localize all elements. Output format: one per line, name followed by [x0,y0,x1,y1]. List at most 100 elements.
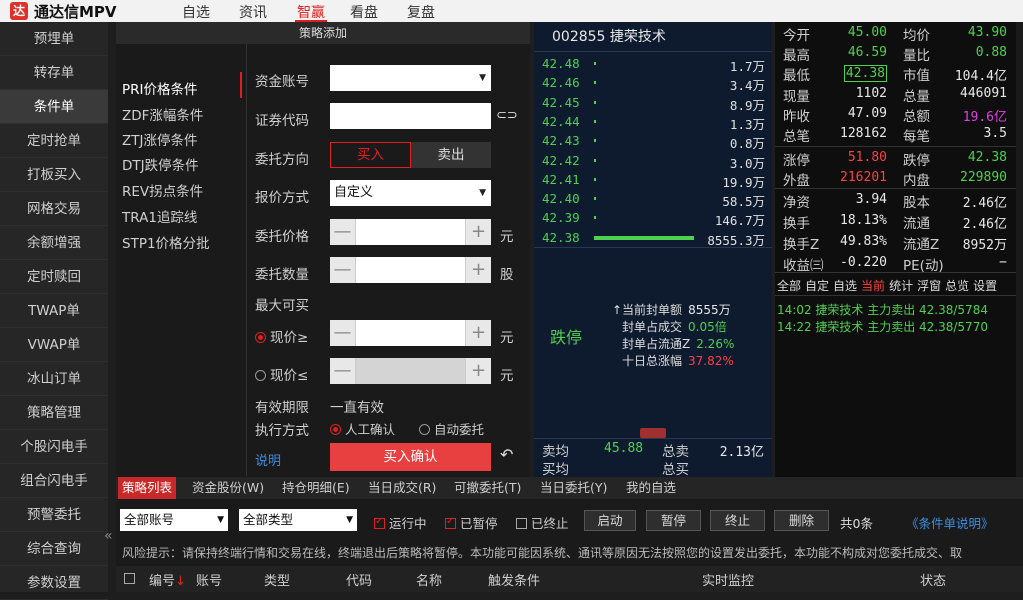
type-filter-select[interactable]: 全部类型 ▼ [239,509,357,531]
exec-auto-radio[interactable]: 自动委托 [419,419,484,438]
col-name[interactable]: 名称 [416,570,442,589]
link-icon[interactable]: ⊂⊃ [496,108,518,123]
undo-icon[interactable]: ↶ [500,445,513,464]
scrollbar[interactable] [1016,22,1023,477]
help-link[interactable]: 《条件单说明》 [906,513,994,532]
condition-stp1[interactable]: STP1价格分批 [122,232,210,252]
sidebar-item-twap[interactable]: TWAP单 [0,294,108,328]
orderbook-row[interactable]: 42.45 8.9万 [534,93,772,113]
nav-zixuan[interactable]: 自选 [182,2,210,22]
col-id[interactable]: 编号↓ [149,570,186,589]
condition-rev[interactable]: REV拐点条件 [122,180,203,200]
col-type[interactable]: 类型 [264,570,290,589]
tab-trades[interactable]: 当日成交(R) [364,477,440,499]
tab-settings[interactable]: 设置 [973,279,997,293]
current-le-stepper[interactable]: — + [330,358,491,384]
tab-strategy-list[interactable]: 策略列表 [118,477,177,499]
col-account[interactable]: 账号 [196,570,222,589]
nav-zhiying[interactable]: 智赢 [297,2,325,22]
tab-cancelable[interactable]: 可撤委托(T) [450,477,525,499]
price-type-select[interactable]: 自定义 ▼ [330,180,491,206]
minus-icon[interactable]: — [330,257,356,283]
condition-zdf[interactable]: ZDF涨幅条件 [122,104,203,124]
sidebar-item-settings[interactable]: 参数设置 [0,566,108,600]
tab-funds[interactable]: 资金股份(W) [188,477,268,499]
sidebar-item-balance[interactable]: 余额增强 [0,226,108,260]
filter-paused-checkbox[interactable]: 已暂停 [445,513,498,532]
sidebar-item-limit-buy[interactable]: 打板买入 [0,158,108,192]
orderbook-row[interactable]: 42.46 3.4万 [534,73,772,93]
select-all-checkbox[interactable] [124,573,135,584]
nav-zixun[interactable]: 资讯 [239,2,267,22]
tick-item[interactable]: 14:02 捷荣技术 主力卖出 42.38/5784 [777,301,988,318]
sell-button[interactable]: 卖出 [411,142,491,168]
plus-icon[interactable]: + [465,320,491,346]
filter-running-checkbox[interactable]: 运行中 [374,513,427,532]
sidebar-item-combo-flash[interactable]: 组合闪电手 [0,464,108,498]
orderbook-row[interactable]: 42.41 19.9万 [534,170,772,190]
orderbook-row[interactable]: 42.40 58.5万 [534,189,772,209]
tab-watchlist[interactable]: 自选 [833,279,857,293]
sidebar-item-strategy-mgmt[interactable]: 策略管理 [0,396,108,430]
plus-icon[interactable]: + [465,257,491,283]
sidebar-item-iceberg[interactable]: 冰山订单 [0,362,108,396]
sidebar-item-grid[interactable]: 网格交易 [0,192,108,226]
minus-icon[interactable]: — [330,219,356,245]
condition-ztj[interactable]: ZTJ涨停条件 [122,129,197,149]
condition-dtj[interactable]: DTJ跌停条件 [122,154,199,174]
tab-orders[interactable]: 当日委托(Y) [536,477,611,499]
current-le-radio[interactable]: 现价≤ [255,364,308,384]
delete-button[interactable]: 删除 [774,510,829,531]
sidebar-item-vwap[interactable]: VWAP单 [0,328,108,362]
sidebar-item-transfer[interactable]: 转存单 [0,56,108,90]
current-ge-stepper[interactable]: — + [330,320,491,346]
condition-pri[interactable]: PRI价格条件 [122,78,198,98]
orderbook-row[interactable]: 42.44 1.3万 [534,112,772,132]
tab-positions[interactable]: 持仓明细(E) [278,477,354,499]
sidebar-item-query[interactable]: 综合查询 [0,532,108,566]
nav-kanpan[interactable]: 看盘 [350,2,378,22]
code-input[interactable] [330,103,491,129]
col-status[interactable]: 状态 [920,570,946,589]
plus-icon[interactable]: + [465,358,491,384]
sidebar-item-alert[interactable]: 预警委托 [0,498,108,532]
exec-manual-radio[interactable]: 人工确认 [330,419,395,438]
col-monitor[interactable]: 实时监控 [702,570,754,589]
sidebar-item-prebury[interactable]: 预埋单 [0,22,108,56]
minus-icon[interactable]: — [330,358,356,384]
condition-tra1[interactable]: TRA1追踪线 [122,206,197,226]
orderbook-row[interactable]: 42.48 1.7万 [534,54,772,74]
tab-overview[interactable]: 总览 [945,279,969,293]
buy-button[interactable]: 买入 [330,142,411,168]
orderbook-row[interactable]: 42.43 0.8万 [534,131,772,151]
sidebar-item-stock-flash[interactable]: 个股闪电手 [0,430,108,464]
collapse-sidebar-icon[interactable]: « [104,528,113,544]
tick-item[interactable]: 14:22 捷荣技术 主力卖出 42.38/5770 [777,318,988,335]
tab-stats[interactable]: 统计 [889,279,913,293]
explain-link[interactable]: 说明 [255,450,281,469]
tab-custom[interactable]: 自定 [805,279,829,293]
account-select[interactable]: ▼ [330,65,491,91]
start-button[interactable]: 启动 [584,510,636,531]
filter-stopped-checkbox[interactable]: 已终止 [516,513,569,532]
current-ge-radio[interactable]: 现价≥ [255,326,308,346]
sidebar-item-conditional[interactable]: 条件单 [0,90,108,124]
nav-fupan[interactable]: 复盘 [407,2,435,22]
orderbook-row[interactable]: 42.42 3.0万 [534,151,772,171]
tab-all[interactable]: 全部 [777,279,801,293]
minus-icon[interactable]: — [330,320,356,346]
buy-confirm-button[interactable]: 买入确认 [330,443,491,471]
col-trigger[interactable]: 触发条件 [488,570,540,589]
col-code[interactable]: 代码 [346,570,372,589]
expand-icon[interactable] [640,428,666,438]
tab-float[interactable]: 浮窗 [917,279,941,293]
stop-button[interactable]: 终止 [710,510,765,531]
orderbook-row[interactable]: 42.38 8555.3万 [534,228,772,248]
tab-current[interactable]: 当前 [861,279,885,293]
plus-icon[interactable]: + [465,219,491,245]
account-filter-select[interactable]: 全部账号 ▼ [120,509,228,531]
sidebar-item-timed-grab[interactable]: 定时抢单 [0,124,108,158]
tab-watchlist[interactable]: 我的自选 [622,477,680,499]
price-stepper[interactable]: — + [330,219,491,245]
qty-stepper[interactable]: — + [330,257,491,283]
